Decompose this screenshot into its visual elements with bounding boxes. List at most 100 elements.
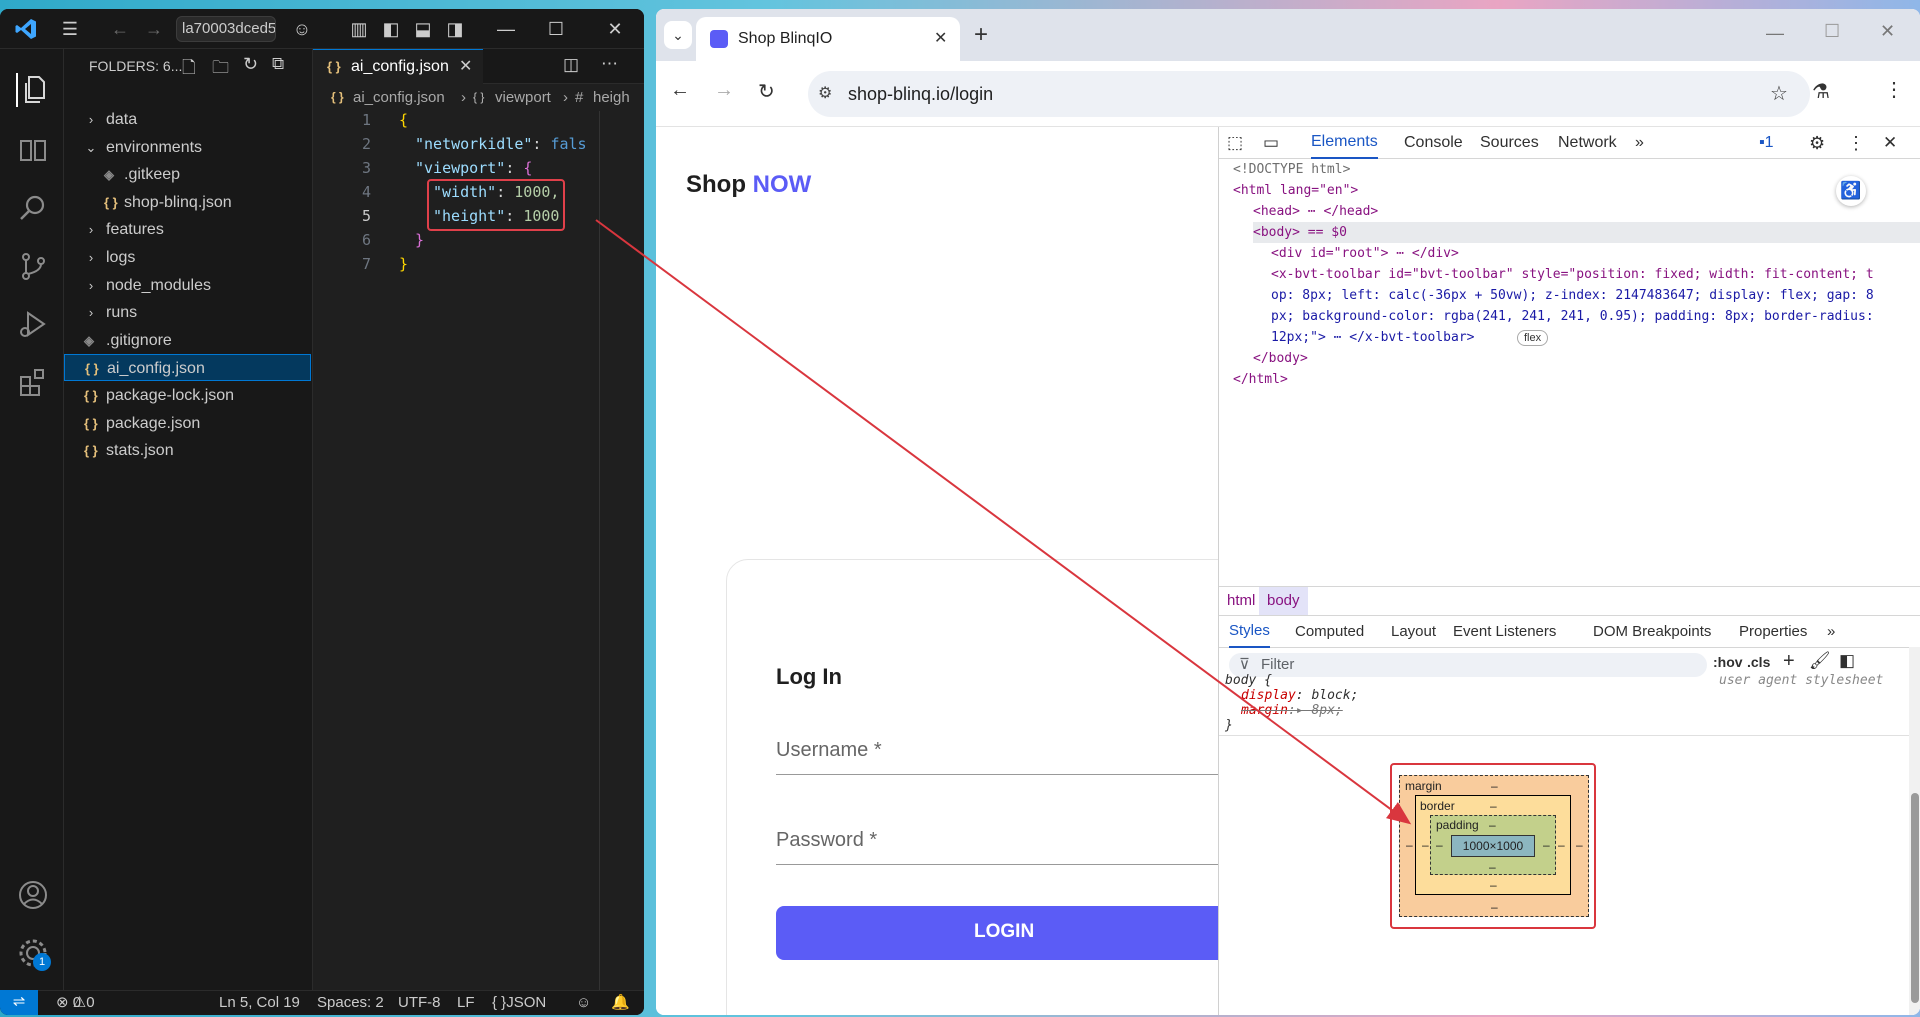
tree-item[interactable]: { } stats.json <box>64 437 311 464</box>
toggle-sidebar-icon[interactable]: ◧ <box>1839 651 1855 671</box>
tab-ai-config[interactable]: { } ai_config.json ✕ <box>313 49 483 84</box>
crumb-html[interactable]: html <box>1227 587 1255 615</box>
browser-tab[interactable]: Shop BlinqIO ✕ <box>696 17 960 61</box>
close-window-icon[interactable]: ✕ <box>1880 21 1895 42</box>
tree-item[interactable]: › logs <box>64 244 311 271</box>
dom-line[interactable]: </body> <box>1253 348 1308 369</box>
collapse-all-icon[interactable]: ⧉ <box>272 54 284 74</box>
tree-item[interactable]: { } package.json <box>64 410 311 437</box>
dom-line[interactable]: <x-bvt-toolbar id="bvt-toolbar" style="p… <box>1271 264 1874 285</box>
source-control-icon[interactable] <box>16 249 50 283</box>
tab-console[interactable]: Console <box>1404 127 1463 159</box>
copilot-status-icon[interactable]: ☺ <box>576 991 591 1015</box>
styles-scrollbar[interactable] <box>1909 647 1920 1015</box>
indentation[interactable]: Spaces: 2 <box>317 991 384 1015</box>
tree-item[interactable]: › data <box>64 106 311 133</box>
account-icon[interactable] <box>16 878 50 912</box>
device-toolbar-icon[interactable]: ▭ <box>1263 127 1279 159</box>
flex-badge[interactable]: flex <box>1517 330 1549 346</box>
close-tab-icon[interactable]: ✕ <box>934 28 947 48</box>
chrome-menu-icon[interactable]: ⋮ <box>1884 77 1904 102</box>
close-tab-icon[interactable]: ✕ <box>459 50 472 84</box>
dom-line[interactable]: <div id="root"> ⋯ </div> <box>1271 243 1459 264</box>
inspect-element-icon[interactable]: ⬚ <box>1227 127 1243 159</box>
breadcrumb-item[interactable]: heigh <box>593 84 630 111</box>
tab-dom-breakpoints[interactable]: DOM Breakpoints <box>1593 616 1711 648</box>
minimize-icon[interactable]: — <box>1766 23 1784 44</box>
dom-line[interactable]: </html> <box>1233 369 1288 390</box>
dom-line[interactable]: <!DOCTYPE html> <box>1233 159 1350 180</box>
split-editor-icon[interactable]: ◫ <box>563 55 579 75</box>
login-button[interactable]: LOGIN <box>776 906 1218 960</box>
bookmark-star-icon[interactable]: ☆ <box>1770 71 1788 117</box>
forward-icon[interactable]: → <box>142 17 166 41</box>
tree-item[interactable]: ◈ .gitkeep <box>64 161 311 188</box>
search-icon[interactable] <box>16 191 50 225</box>
remote-icon[interactable]: ⇌ <box>0 990 38 1015</box>
notifications-icon[interactable]: 🔔 <box>611 991 630 1015</box>
new-file-icon[interactable]: 🗋 <box>182 55 196 84</box>
tab-layout[interactable]: Layout <box>1391 616 1436 648</box>
maximize-icon[interactable]: ☐ <box>1824 21 1840 42</box>
encoding[interactable]: UTF-8 <box>398 991 441 1015</box>
tree-item[interactable]: { } ai_config.json <box>64 354 311 382</box>
brand-logo[interactable]: Shop NOW <box>686 171 811 199</box>
problems-status[interactable]: ⊗ 0 ⚠ 0 <box>56 991 95 1015</box>
more-tabs-icon[interactable]: » <box>1635 127 1644 159</box>
new-tab-icon[interactable]: + <box>974 21 988 49</box>
run-debug-icon[interactable] <box>16 307 50 341</box>
tree-item[interactable]: { } package-lock.json <box>64 382 311 409</box>
settings-gear-icon[interactable]: ⚙ <box>1809 127 1825 159</box>
tree-item[interactable]: ⌄ environments <box>64 134 311 161</box>
forward-icon[interactable]: → <box>714 79 734 102</box>
new-folder-icon[interactable]: 🗀 <box>212 55 229 84</box>
more-actions-icon[interactable]: ⋯ <box>601 54 618 74</box>
menu-icon[interactable]: ☰ <box>58 17 82 41</box>
manage-gear-icon[interactable]: 1 <box>16 936 51 971</box>
tab-styles[interactable]: Styles <box>1229 616 1270 648</box>
refresh-icon[interactable]: ↻ <box>243 54 258 75</box>
tab-network[interactable]: Network <box>1558 127 1617 159</box>
tab-sources[interactable]: Sources <box>1480 127 1539 159</box>
styles-filter-input[interactable]: ⊽ Filter <box>1229 653 1707 677</box>
back-icon[interactable]: ← <box>670 79 690 102</box>
site-info-icon[interactable]: ⚙ <box>818 71 832 117</box>
extensions-icon[interactable] <box>16 365 50 399</box>
tab-properties[interactable]: Properties <box>1739 616 1807 648</box>
hov-toggle[interactable]: :hov <box>1713 654 1743 670</box>
scrollbar-thumb[interactable] <box>1911 793 1919 1003</box>
book-icon[interactable] <box>16 133 50 167</box>
back-icon[interactable]: ← <box>108 17 132 41</box>
toggle-panel-icon[interactable]: ⬓ <box>411 17 435 41</box>
language-mode[interactable]: { } JSON <box>492 991 546 1015</box>
tree-item[interactable]: › node_modules <box>64 272 311 299</box>
cls-toggle[interactable]: .cls <box>1747 654 1770 670</box>
devtools-menu-icon[interactable]: ⋮ <box>1847 127 1865 159</box>
maximize-icon[interactable]: ☐ <box>544 17 568 41</box>
tab-computed[interactable]: Computed <box>1295 616 1364 648</box>
tree-item[interactable]: › runs <box>64 299 311 326</box>
toggle-secondary-sidebar-icon[interactable]: ◨ <box>443 17 467 41</box>
toggle-sidebar-icon[interactable]: ◧ <box>379 17 403 41</box>
issues-badge[interactable]: ▪ 1 <box>1759 127 1774 159</box>
dom-line[interactable]: <head> ⋯ </head> <box>1253 201 1378 222</box>
css-declaration-struck[interactable]: margin:▸ 8px; <box>1241 703 1343 718</box>
crumb-body[interactable]: body <box>1259 587 1308 615</box>
explorer-icon[interactable] <box>16 73 50 107</box>
dom-line-selected[interactable]: <body> == $0 <box>1253 222 1920 243</box>
line-ending[interactable]: LF <box>457 991 475 1015</box>
close-devtools-icon[interactable]: ✕ <box>1883 127 1897 159</box>
tab-elements[interactable]: Elements <box>1311 127 1378 159</box>
username-field[interactable]: Username * <box>776 739 1218 775</box>
close-window-icon[interactable]: ✕ <box>603 17 627 41</box>
command-center-search[interactable]: la70003dced5 <box>176 16 276 42</box>
dom-line[interactable]: <html lang="en"> <box>1233 180 1358 201</box>
accessibility-icon[interactable]: ♿ <box>1836 176 1866 206</box>
css-declaration[interactable]: display: block; <box>1241 688 1358 703</box>
labs-flask-icon[interactable]: ⚗ <box>1812 79 1830 104</box>
more-tabs-icon[interactable]: » <box>1827 616 1835 648</box>
breadcrumb-item[interactable]: ai_config.json <box>353 84 445 111</box>
paint-icon[interactable]: 🖌 <box>1809 651 1831 671</box>
add-rule-icon[interactable]: + <box>1783 650 1795 673</box>
tree-item[interactable]: { } shop-blinq.json <box>64 189 311 216</box>
